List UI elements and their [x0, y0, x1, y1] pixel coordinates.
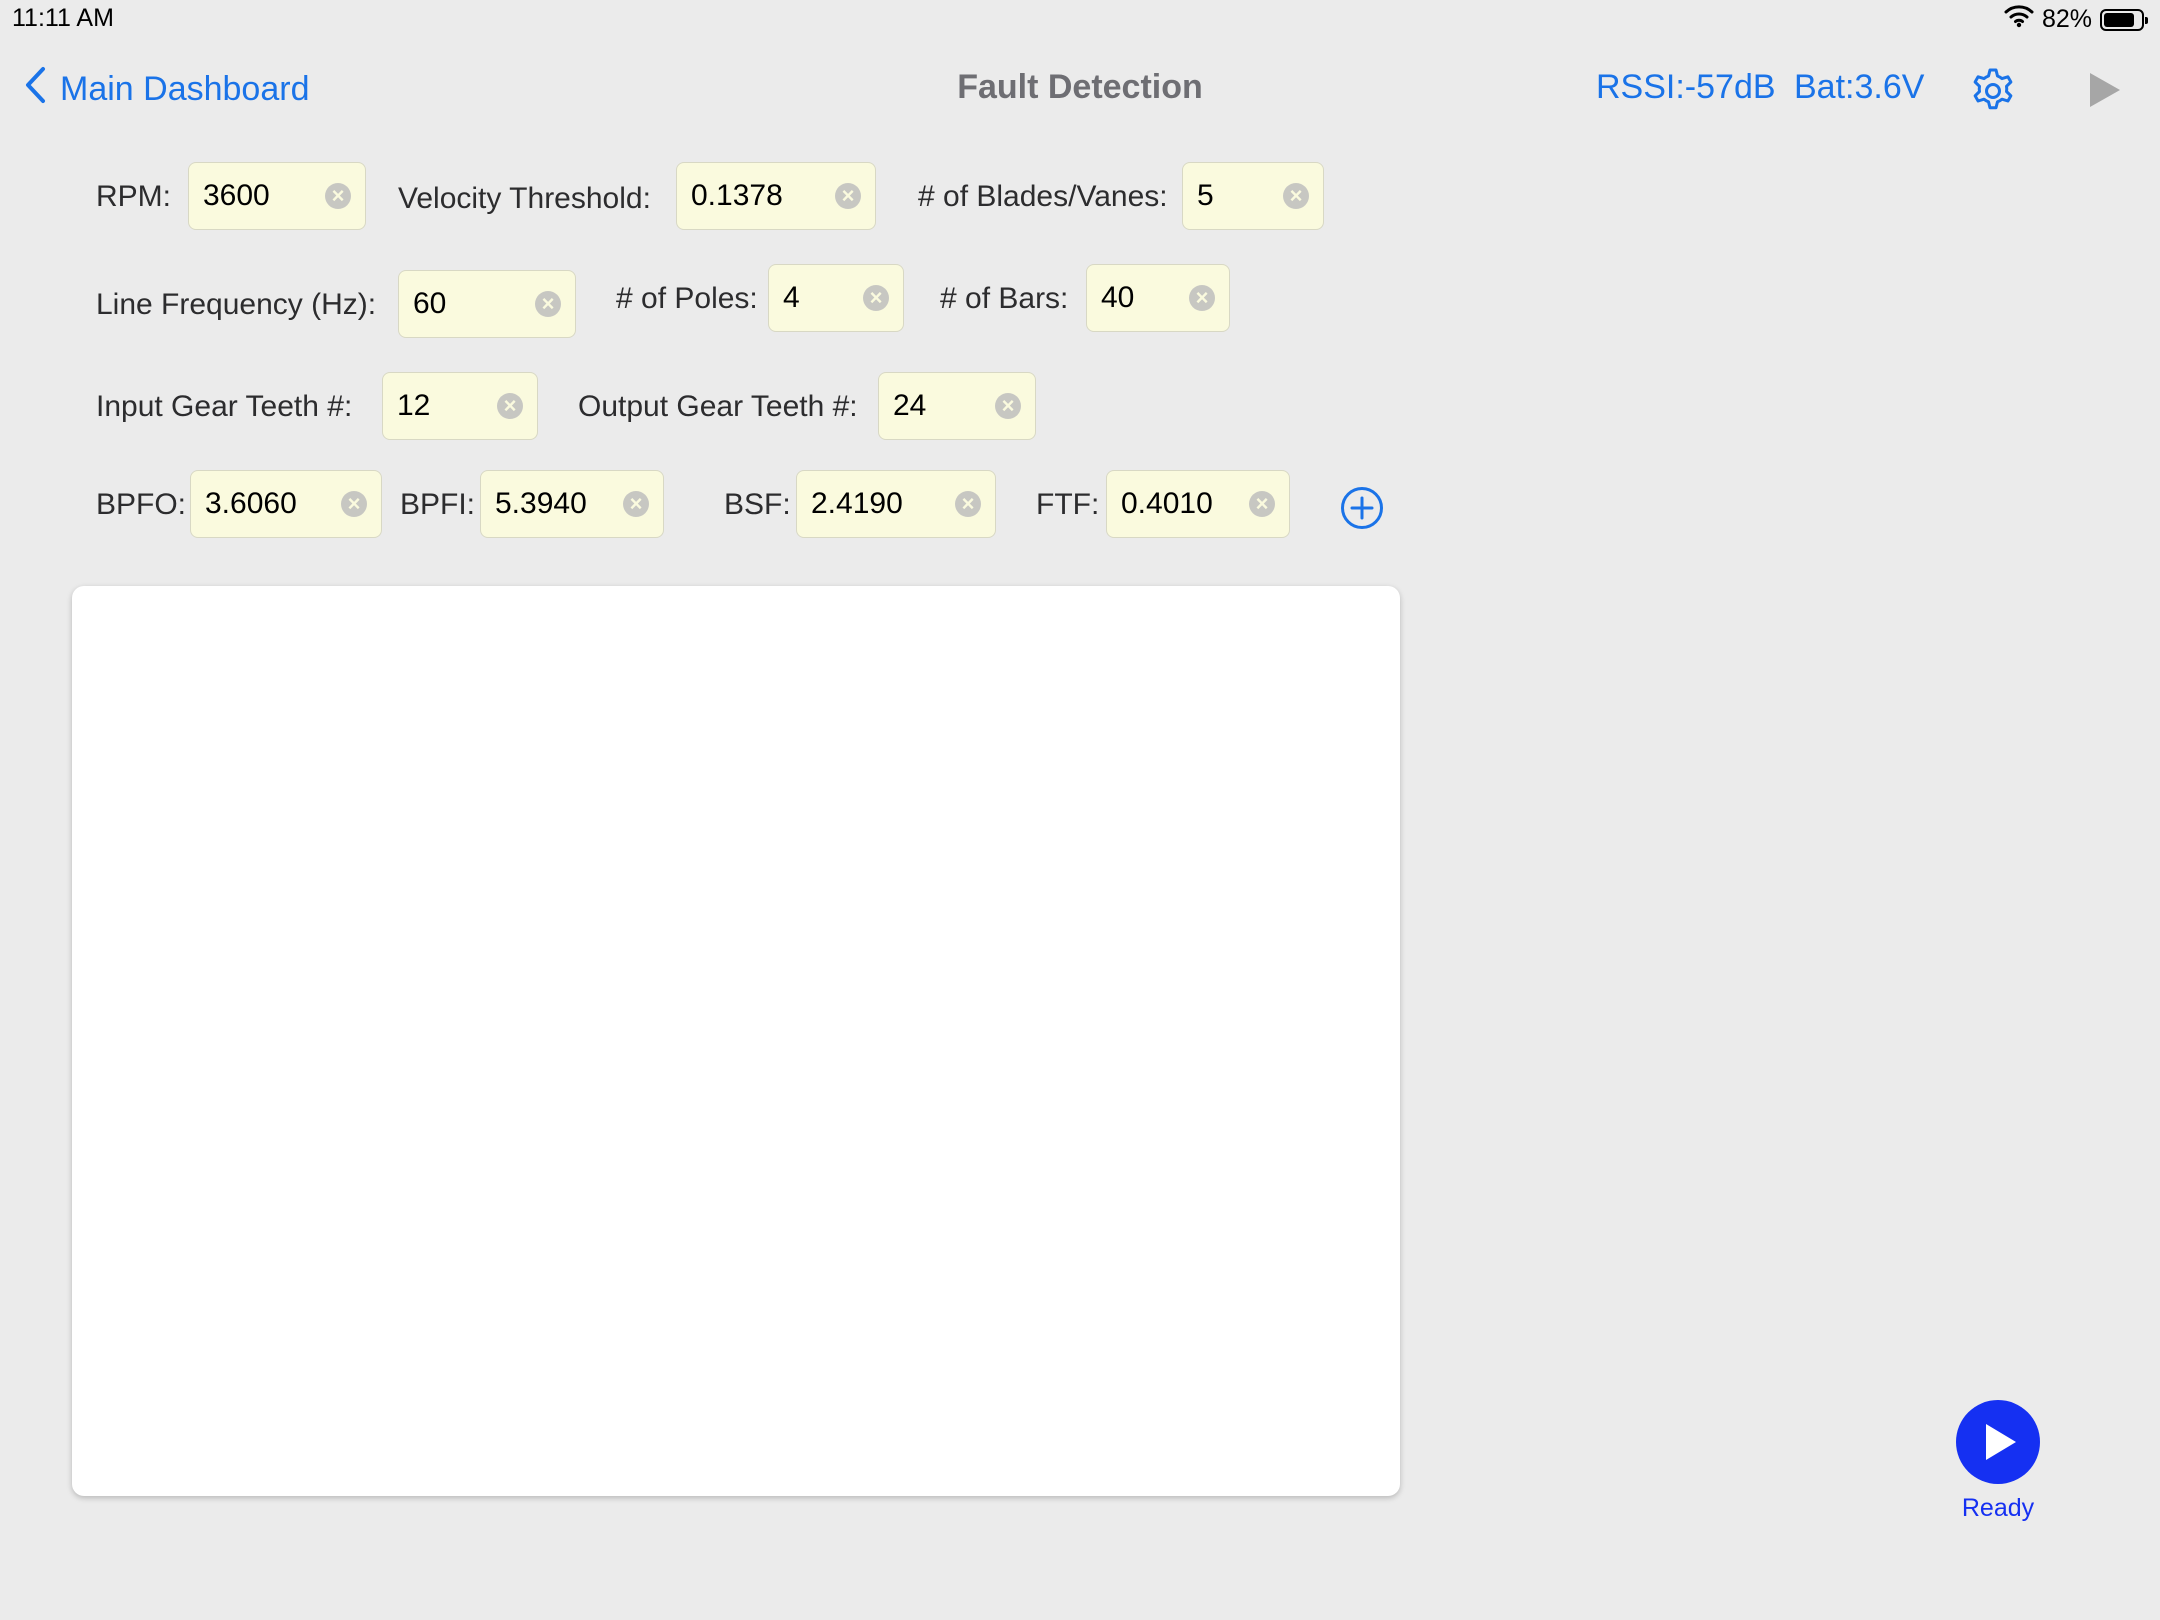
- battery-fill: [2104, 12, 2134, 27]
- chevron-left-icon: [24, 66, 46, 113]
- line-frequency-label: Line Frequency (Hz):: [96, 288, 377, 321]
- clear-x-icon[interactable]: ×: [497, 393, 523, 419]
- output-gear-teeth-input[interactable]: [893, 389, 995, 423]
- rpm-field[interactable]: ×: [188, 162, 366, 230]
- blades-vanes-field[interactable]: ×: [1182, 162, 1324, 230]
- play-icon: [2090, 73, 2120, 107]
- clear-x-icon[interactable]: ×: [535, 291, 561, 317]
- plus-circle-icon: [1341, 487, 1383, 529]
- battery-nub: [2145, 16, 2148, 24]
- back-button[interactable]: Main Dashboard: [24, 66, 309, 113]
- play-button-disabled[interactable]: [2084, 70, 2124, 110]
- clear-x-icon[interactable]: ×: [1283, 183, 1309, 209]
- bpfi-field[interactable]: ×: [480, 470, 664, 538]
- blades-vanes-label: # of Blades/Vanes:: [918, 180, 1168, 213]
- clear-x-icon[interactable]: ×: [623, 491, 649, 517]
- status-time: 11:11 AM: [12, 4, 114, 32]
- velocity-threshold-label: Velocity Threshold:: [398, 182, 651, 215]
- bars-input[interactable]: [1101, 281, 1189, 315]
- battery-voltage-readout: Bat:3.6V: [1794, 68, 1925, 106]
- input-gear-teeth-input[interactable]: [397, 389, 497, 423]
- clear-x-icon[interactable]: ×: [325, 183, 351, 209]
- blades-vanes-input[interactable]: [1197, 179, 1283, 213]
- line-frequency-input[interactable]: [413, 287, 535, 321]
- velocity-threshold-input[interactable]: [691, 179, 835, 213]
- clear-x-icon[interactable]: ×: [955, 491, 981, 517]
- line-frequency-field[interactable]: ×: [398, 270, 576, 338]
- run-status-label: Ready: [1961, 1494, 2035, 1522]
- bpfo-label: BPFO:: [96, 488, 187, 521]
- velocity-threshold-field[interactable]: ×: [676, 162, 876, 230]
- bars-field[interactable]: ×: [1086, 264, 1230, 332]
- bsf-label: BSF:: [724, 488, 791, 521]
- poles-field[interactable]: ×: [768, 264, 904, 332]
- rpm-label: RPM:: [96, 180, 171, 213]
- ftf-input[interactable]: [1121, 487, 1249, 521]
- ftf-field[interactable]: ×: [1106, 470, 1290, 538]
- run-button[interactable]: [1956, 1400, 2040, 1484]
- output-gear-teeth-label: Output Gear Teeth #:: [578, 390, 858, 423]
- back-button-label: Main Dashboard: [60, 70, 310, 108]
- poles-label: # of Poles:: [616, 282, 758, 315]
- clear-x-icon[interactable]: ×: [835, 183, 861, 209]
- clear-x-icon[interactable]: ×: [863, 285, 889, 311]
- bpfi-input[interactable]: [495, 487, 623, 521]
- battery-percent: 82%: [2041, 5, 2092, 33]
- spectrum-plot-area: [72, 586, 1400, 1496]
- input-gear-teeth-label: Input Gear Teeth #:: [96, 390, 353, 423]
- bsf-field[interactable]: ×: [796, 470, 996, 538]
- input-gear-teeth-field[interactable]: ×: [382, 372, 538, 440]
- bpfi-label: BPFI:: [400, 488, 476, 521]
- ftf-label: FTF:: [1036, 488, 1100, 521]
- wifi-icon: [2004, 4, 2034, 35]
- bsf-input[interactable]: [811, 487, 955, 521]
- clear-x-icon[interactable]: ×: [1189, 285, 1215, 311]
- clear-x-icon[interactable]: ×: [995, 393, 1021, 419]
- output-gear-teeth-field[interactable]: ×: [878, 372, 1036, 440]
- bpfo-field[interactable]: ×: [190, 470, 382, 538]
- bars-label: # of Bars:: [940, 282, 1069, 315]
- gear-icon: [1973, 68, 2013, 110]
- poles-input[interactable]: [783, 281, 863, 315]
- add-frequency-button[interactable]: [1340, 486, 1384, 530]
- rpm-input[interactable]: [203, 179, 325, 213]
- play-icon: [1986, 1424, 2016, 1460]
- rssi-readout: RSSI:-57dB: [1596, 68, 1776, 106]
- clear-x-icon[interactable]: ×: [341, 491, 367, 517]
- status-right: 82%: [2004, 4, 2148, 35]
- settings-button[interactable]: [1968, 66, 2018, 116]
- bpfo-input[interactable]: [205, 487, 341, 521]
- battery-icon: [2100, 8, 2148, 31]
- clear-x-icon[interactable]: ×: [1249, 491, 1275, 517]
